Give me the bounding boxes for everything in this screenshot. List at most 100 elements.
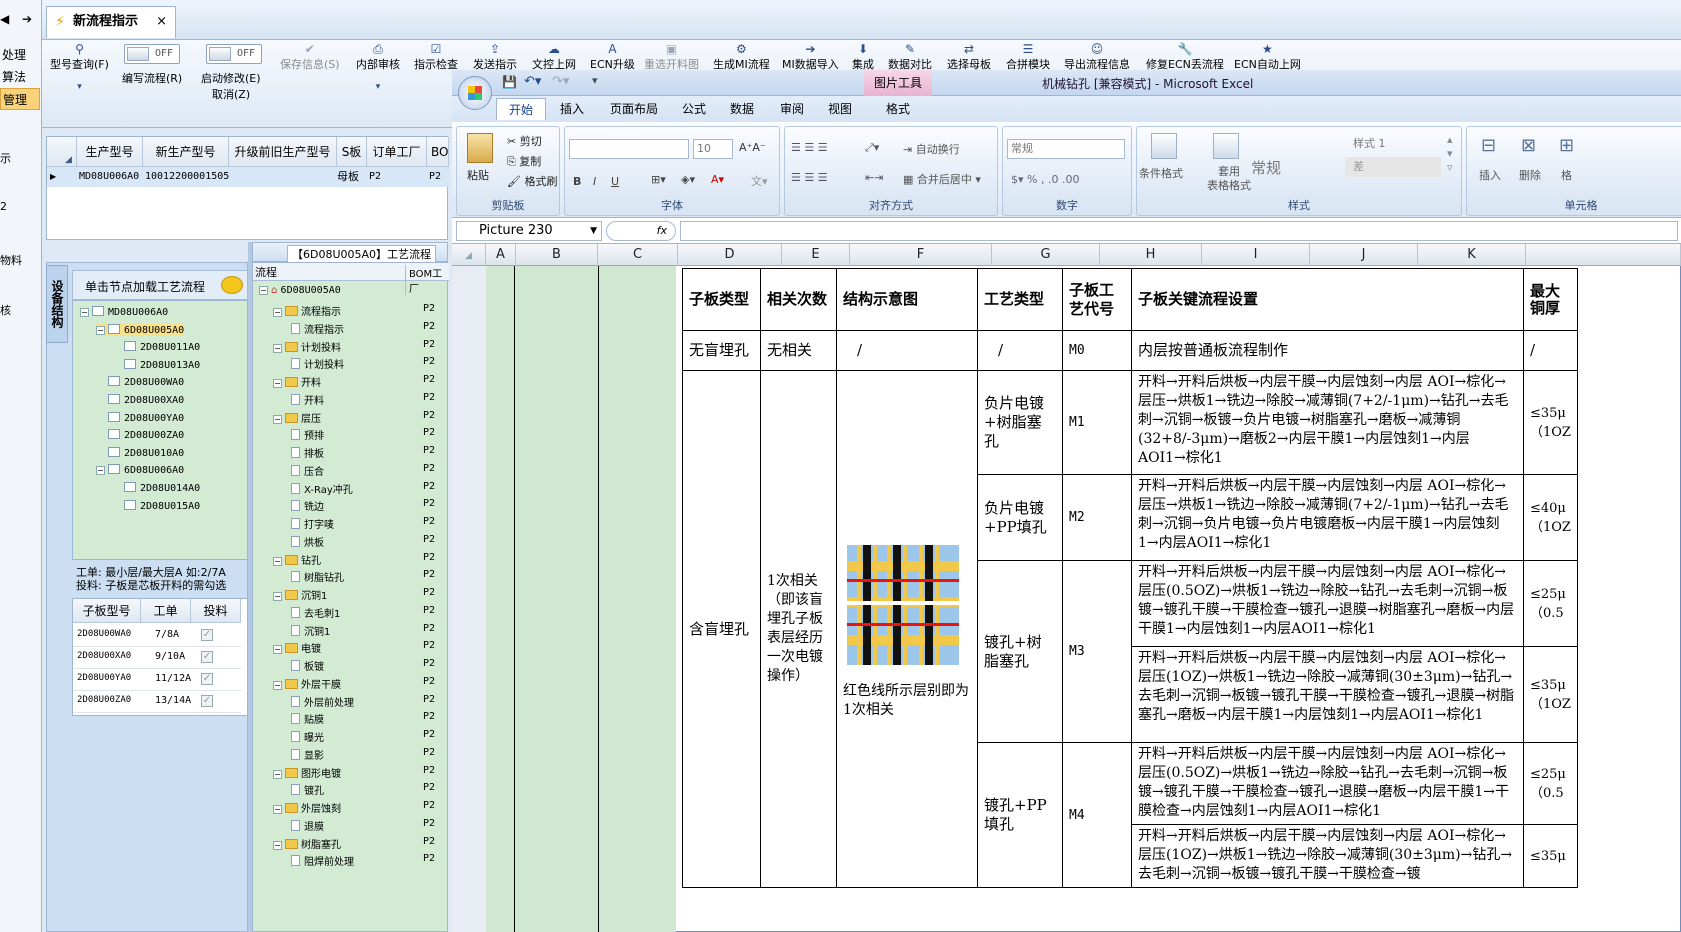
italic-icon[interactable]: I: [593, 175, 596, 188]
flow-step-node[interactable]: 流程指示 P2: [291, 321, 447, 336]
data-compare-button[interactable]: ✎ 数据对比: [888, 42, 932, 72]
formula-input[interactable]: [680, 221, 1678, 241]
checkbox[interactable]: [124, 499, 136, 510]
align-left-icon[interactable]: ☰ ☰ ☰: [791, 171, 828, 184]
collapse-icon[interactable]: −: [96, 325, 105, 335]
wrap-text-button[interactable]: ⇥ 自动换行: [903, 141, 960, 157]
col-header-s-board[interactable]: S板: [337, 137, 367, 167]
col-D[interactable]: D: [678, 244, 782, 266]
col-header-order-factory[interactable]: 订单工厂: [367, 137, 427, 167]
flow-step-node[interactable]: 铣边 P2: [291, 498, 447, 513]
col-K[interactable]: K: [1418, 244, 1526, 266]
reselect-cutting-chart-button[interactable]: ▣ 重选开料图: [644, 42, 699, 72]
phonetic-icon[interactable]: 文▾: [751, 173, 768, 189]
internal-review-button[interactable]: ⎙ 内部审核 ▾: [356, 42, 400, 94]
splitter[interactable]: [248, 242, 252, 932]
tree-node[interactable]: 2D08U015A0: [112, 499, 200, 512]
collapse-icon[interactable]: −: [273, 645, 282, 655]
flow-folder-node[interactable]: − 钻孔 P2: [273, 552, 447, 567]
feed-checkbox[interactable]: ✓: [201, 695, 213, 707]
tree-node[interactable]: 2D08U011A0: [112, 341, 200, 353]
number-format-icons[interactable]: $▾ % , .0 .00: [1011, 173, 1079, 186]
flow-step-node[interactable]: 镀孔 P2: [291, 782, 447, 797]
collapse-icon[interactable]: −: [80, 308, 89, 317]
tree-node[interactable]: 2D08U013A0: [112, 358, 200, 371]
collapse-icon[interactable]: −: [273, 379, 282, 388]
col-header-new-model[interactable]: 新生产型号: [143, 137, 229, 167]
insert-cells-button[interactable]: 插入: [1479, 167, 1501, 183]
fill-color-icon[interactable]: ◈▾: [681, 173, 695, 186]
tree-node[interactable]: 2D08U00WA0: [96, 376, 184, 388]
feed-checkbox[interactable]: ✓: [201, 673, 213, 685]
checkbox[interactable]: [108, 429, 120, 440]
tree-node[interactable]: 2D08U014A0: [112, 482, 200, 494]
tab-view[interactable]: 视图: [828, 100, 852, 117]
feed-checkbox[interactable]: ✓: [201, 651, 213, 663]
orientation-icon[interactable]: ⤢▾: [865, 141, 879, 155]
col-header-bom[interactable]: BO: [427, 137, 449, 167]
flow-folder-node[interactable]: − 外层蚀刻 P2: [273, 800, 447, 815]
quick-access-menu-icon[interactable]: ▾: [592, 74, 598, 87]
flow-step-node[interactable]: 压合 P2: [291, 463, 447, 478]
collapse-icon[interactable]: −: [273, 805, 282, 814]
checkbox[interactable]: [92, 306, 104, 316]
cancel-edit-button[interactable]: 取消(Z): [212, 86, 250, 102]
tab-device-structure[interactable]: 设备结构: [46, 265, 68, 343]
flow-step-node[interactable]: 曝光 P2: [291, 729, 447, 744]
style-bad[interactable]: 差: [1345, 157, 1441, 177]
flow-step-node[interactable]: 开料 P2: [291, 392, 447, 407]
style-normal[interactable]: 常规: [1251, 157, 1281, 178]
redo-icon[interactable]: ↷▾: [552, 74, 569, 89]
font-size-box[interactable]: 10: [693, 139, 733, 159]
checkbox[interactable]: [124, 358, 136, 369]
tree-node[interactable]: 2D08U00XA0: [96, 394, 184, 406]
table-row[interactable]: ▶ MD08U006A0 10012200001505 母板 P2 P2: [47, 167, 449, 187]
tree-node[interactable]: 2D08U010A0: [96, 446, 184, 459]
nav-item-0[interactable]: 处理: [0, 44, 40, 66]
model-query-button[interactable]: ⚲ 型号查询(F) ▾: [50, 42, 109, 94]
ecn-auto-online-button[interactable]: ★ ECN自动上网: [1234, 42, 1301, 72]
flow-step-node[interactable]: 排板 P2: [291, 445, 447, 460]
flow-step-node[interactable]: 烘板 P2: [291, 534, 447, 549]
flow-step-node[interactable]: X-Ray冲孔 P2: [291, 481, 447, 496]
col-J[interactable]: J: [1310, 244, 1418, 266]
col-L[interactable]: [1526, 244, 1681, 266]
checkbox[interactable]: [124, 341, 136, 352]
flow-step-node[interactable]: 板镀 P2: [291, 658, 447, 673]
repair-ecn-flow-button[interactable]: 🔧 修复ECN丢流程: [1146, 42, 1224, 72]
table-row[interactable]: 2D08U00ZA0 13/14A ✓: [73, 691, 241, 713]
flow-folder-node[interactable]: − 外层干膜 P2: [273, 676, 447, 691]
merge-module-button[interactable]: ☰ 合拼模块: [1006, 42, 1050, 72]
tab-data[interactable]: 数据: [730, 100, 754, 117]
delete-cells-button[interactable]: 删除: [1519, 167, 1541, 183]
collapse-icon[interactable]: −: [273, 308, 282, 317]
flow-folder-node[interactable]: − 开料 P2: [273, 374, 447, 389]
col-G[interactable]: G: [992, 244, 1100, 266]
flow-step-node[interactable]: 预排 P2: [291, 427, 447, 442]
export-flow-info-button[interactable]: ☺ 导出流程信息: [1064, 42, 1130, 72]
nav-item-1[interactable]: 算法: [0, 66, 40, 88]
name-box-dropdown-icon[interactable]: ▼: [590, 222, 597, 240]
checkbox[interactable]: [108, 446, 120, 457]
flow-step-node[interactable]: 显影 P2: [291, 747, 447, 762]
format-painter-button[interactable]: 🖌 格式刷: [507, 173, 557, 189]
col-E[interactable]: E: [782, 244, 850, 266]
flow-folder-node[interactable]: − 电镀 P2: [273, 640, 447, 655]
underline-icon[interactable]: U: [611, 175, 619, 188]
border-icon[interactable]: ⊞▾: [651, 173, 666, 186]
col-header-model[interactable]: 生产型号: [77, 137, 143, 167]
sub-col-model[interactable]: 子板型号: [73, 599, 141, 623]
tree-node[interactable]: 2D08U00ZA0: [96, 429, 184, 441]
undo-icon[interactable]: ↶▾: [524, 74, 541, 89]
nav-item-2[interactable]: 管理: [0, 88, 40, 110]
font-color-icon[interactable]: A▾: [711, 173, 724, 186]
flow-folder-node[interactable]: − 层压 P2: [273, 410, 447, 425]
col-A[interactable]: A: [486, 244, 516, 266]
flow-step-node[interactable]: 树脂钻孔 P2: [291, 569, 447, 584]
indent-icon[interactable]: ⇤⇥: [865, 171, 883, 184]
office-button[interactable]: [458, 76, 492, 110]
write-flow-toggle[interactable]: OFF: [124, 44, 180, 64]
collapse-icon[interactable]: −: [273, 769, 282, 779]
collapse-icon[interactable]: −: [273, 556, 282, 566]
cut-button[interactable]: ✂ 剪切: [507, 133, 542, 149]
